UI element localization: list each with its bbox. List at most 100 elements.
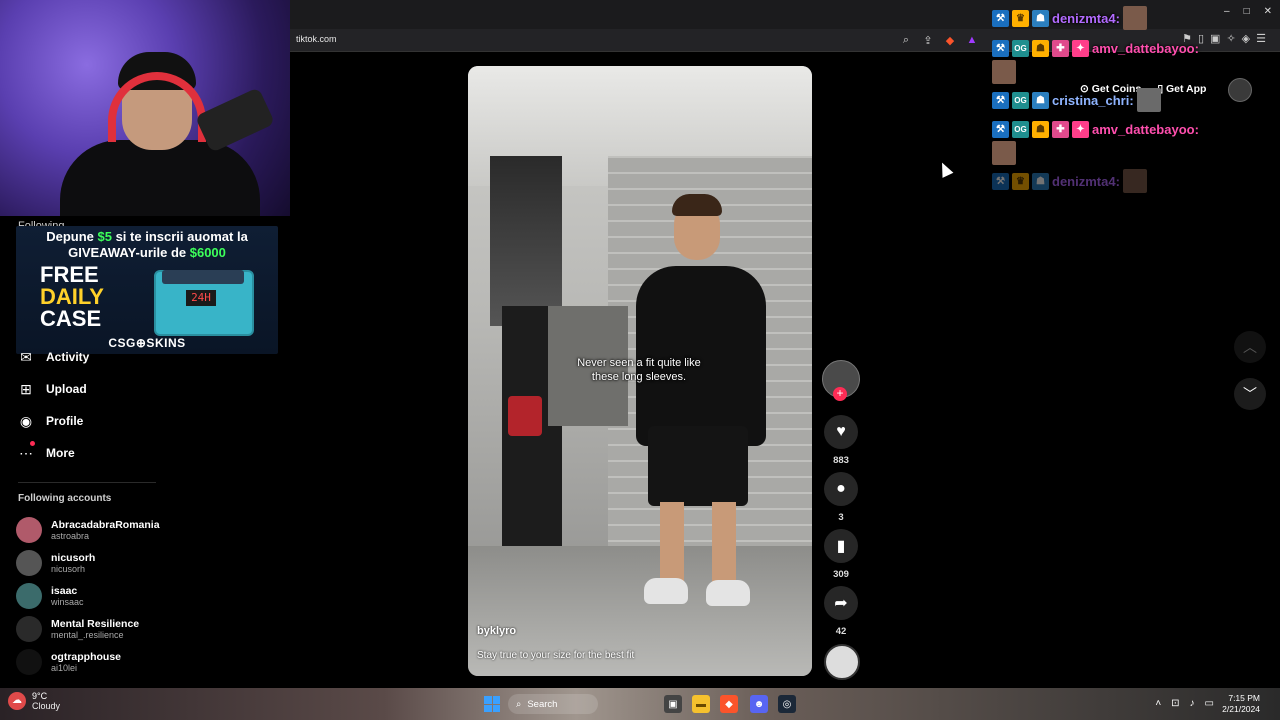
avatar [16,550,42,576]
address-bar-icons: ⌕ ⇪ ◆ ▲ [898,32,980,48]
banner-line-1: Depune $5 si te inscrii auomat la [16,229,278,244]
video-author[interactable]: byklyro [477,625,516,637]
zoom-icon[interactable]: ⌕ [898,32,914,48]
case-timer: 24H [186,290,216,306]
previous-video-button[interactable]: ︿ [1234,331,1266,363]
gift-badge-icon: ✚ [1052,120,1069,138]
chat-username[interactable]: amv_dattebayoo: [1092,41,1199,56]
follow-plus-icon[interactable]: + [833,387,847,401]
moderator-badge-icon: ⚒ [992,39,1009,57]
following-account[interactable]: Mental Resilience mental_.resilience [16,615,139,643]
account-handle: nicusorh [51,563,86,574]
video-description: Stay true to your size for the best fit [477,650,635,661]
task-view-icon[interactable]: ▣ [664,695,682,713]
comment-count: 3 [838,512,844,523]
file-explorer-icon[interactable]: ▬ [692,695,710,713]
og-badge-icon: OG [1012,91,1029,109]
chat-username[interactable]: cristina_chri: [1052,93,1134,108]
system-tray: ˄ ⊡ ♪ ▭ [1155,698,1214,709]
brave-browser-icon[interactable]: ◆ [720,695,738,713]
banner-headline: FREE DAILY CASE [40,264,160,330]
following-account[interactable]: ogtrapphouse ai10lei [16,648,121,676]
chat-username[interactable]: amv_dattebayoo: [1092,122,1199,137]
following-account[interactable]: isaac winsaac [16,582,84,610]
leo-icon[interactable]: ✧ [1226,32,1235,45]
music-disc[interactable] [824,644,860,680]
share-icon[interactable]: ⇪ [920,32,936,48]
taskbar-search[interactable]: ⌕ Search [508,694,598,714]
get-app-button[interactable]: ▯ Get App [1157,83,1206,95]
sub-badge-icon: ✦ [1072,39,1089,57]
mouse-cursor [936,160,954,178]
chat-username[interactable]: denizmta4: [1052,174,1120,189]
steam-icon[interactable]: ◎ [778,695,796,713]
weather-widget[interactable]: ☁ 9°C Cloudy [8,691,60,711]
chevron-up-icon[interactable]: ˄ [1155,698,1161,709]
sponsor-banner: Depune $5 si te inscrii auomat la GIVEAW… [16,226,278,354]
following-account[interactable]: nicusorh nicusorh [16,549,95,577]
next-video-button[interactable]: ﹀ [1234,378,1266,410]
windows-taskbar: ☁ 9°C Cloudy ⌕ Search ▣ ▬ ◆ ☻ ◎ ˄ ⊡ ♪ ▭ … [0,688,1280,720]
chat-message: ⚒ OG ☗ ✚ ✦ amv_dattebayoo: [992,118,1199,140]
following-account[interactable]: AbracadabraRomania astroabra [16,516,160,544]
wallet-icon[interactable]: ▣ [1210,32,1220,45]
volume-icon[interactable]: ♪ [1190,698,1195,709]
brave-shield-icon[interactable]: ◆ [942,32,958,48]
battery-icon[interactable]: ▭ [1205,698,1214,709]
url-text[interactable]: tiktok.com [296,34,337,44]
avatar [16,649,42,675]
start-button[interactable] [484,696,500,712]
chat-message: ⚒ ♛ ☗ denizmta4: [992,169,1147,193]
search-label: Search [527,698,558,710]
helmet-badge-icon: ☗ [1032,172,1049,190]
sub-badge-icon: ✦ [1072,120,1089,138]
clock-date: 2/21/2024 [1222,704,1260,714]
helmet-badge-icon: ☗ [1032,91,1049,109]
bookmark-button[interactable]: ▮ [824,529,858,563]
sidebar-item-activity[interactable]: ✉ Activity [16,347,89,367]
banner-amount: $5 [97,229,112,244]
network-icon[interactable]: ⊡ [1171,698,1179,709]
chat-emote [1122,6,1147,30]
minimize-button[interactable]: – [1224,6,1230,17]
comment-button[interactable]: ● [824,472,858,506]
chat-username[interactable]: denizmta4: [1052,11,1120,26]
like-count: 883 [833,455,849,466]
menu-icon[interactable]: ☰ [1256,32,1266,45]
sidebar-item-profile[interactable]: ◉ Profile [16,411,83,431]
account-handle: mental_.resilience [51,629,124,640]
close-button[interactable]: ✕ [1264,6,1272,17]
sidebar-item-label: Activity [46,350,90,364]
user-avatar[interactable] [1228,78,1252,102]
video-person-leg [712,502,736,582]
webcam-overlay [0,0,290,216]
window-controls: – □ ✕ [1224,6,1272,17]
avatar [16,517,42,543]
moderator-badge-icon: ⚒ [992,9,1009,27]
share-button[interactable]: ➦ [824,586,858,620]
banner-line-2: GIVEAWAY-urile de $6000 [16,245,278,260]
chat-emote [992,141,1016,165]
maximize-button[interactable]: □ [1244,6,1250,17]
og-badge-icon: OG [1012,120,1029,138]
share-arrow-icon: ➦ [834,595,848,612]
share-count: 42 [835,626,847,637]
like-button[interactable]: ♥ [824,415,858,449]
brave-rewards-icon[interactable]: ▲ [964,32,980,48]
sidebar-item-label: Upload [46,382,87,396]
sidebar-item-upload[interactable]: ⊞ Upload [16,379,87,399]
inbox-icon: ✉ [20,348,32,365]
notification-dot [30,441,35,446]
vpn-icon[interactable]: ◈ [1242,32,1250,45]
banner-text: Depune [46,229,98,244]
account-handle: astroabra [51,530,90,541]
clock-time: 7:15 PM [1228,693,1260,703]
video-player[interactable]: Never seen a fit quite like these long s… [468,66,812,676]
sidebar-item-more[interactable]: ⋯ More [16,441,75,463]
helmet-badge-icon: ☗ [1032,120,1049,138]
discord-icon[interactable]: ☻ [750,695,768,713]
account-name: nicusorh [51,551,96,564]
clock[interactable]: 7:15 PM 2/21/2024 [1222,693,1260,715]
video-person-leg [660,502,684,582]
sidebar-item-label: Profile [46,414,84,428]
